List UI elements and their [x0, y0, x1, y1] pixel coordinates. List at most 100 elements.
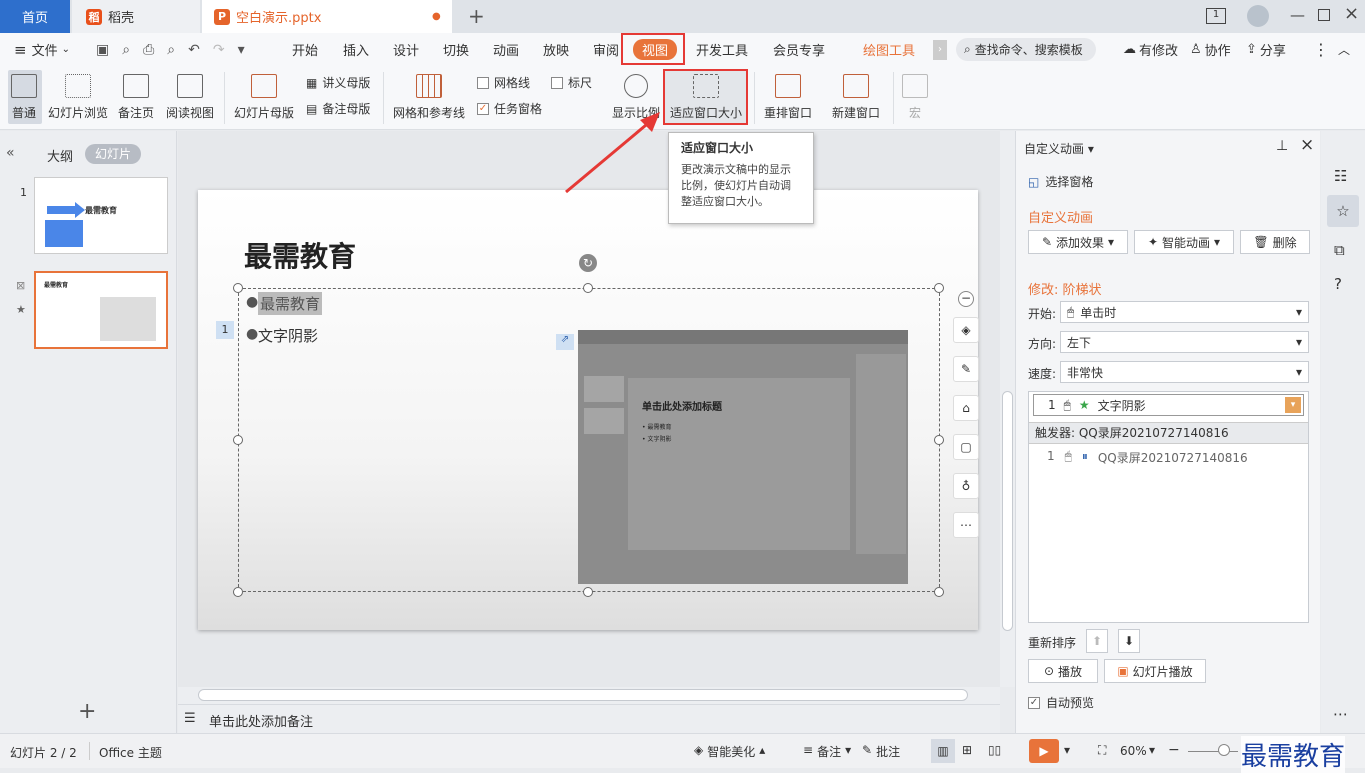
notes-placeholder[interactable]: 单击此处添加备注 — [209, 711, 313, 730]
print-icon[interactable]: ⎙ — [143, 42, 154, 58]
menu-tab-insert[interactable]: 插入 — [343, 33, 369, 66]
normal-view-button[interactable]: 普通 — [11, 70, 37, 121]
has-changes-button[interactable]: ☁ 有修改 — [1123, 33, 1178, 66]
fit-window-button[interactable]: 适应窗口大小 — [670, 70, 742, 121]
command-search-box[interactable]: ⌕ 查找命令、搜索模板 — [956, 38, 1096, 61]
zoom-slider-thumb[interactable] — [1218, 744, 1230, 756]
slide-master-button[interactable]: 幻灯片母版 — [234, 70, 294, 121]
task-pane-checkbox[interactable]: ✓ 任务窗格 — [477, 100, 542, 117]
more-options-icon[interactable]: ⋮ — [1313, 33, 1329, 66]
notes-toggle-button[interactable]: ≡ 备注 ▾ — [803, 743, 851, 760]
menu-tab-design[interactable]: 设计 — [393, 33, 419, 66]
macro-button[interactable]: 宏 — [902, 70, 928, 121]
restore-icon[interactable] — [1318, 9, 1330, 21]
add-effect-button[interactable]: ✎ 添加效果 ▾ — [1028, 230, 1128, 254]
zoom-out-icon[interactable]: − — [1168, 742, 1180, 758]
start-slideshow-button[interactable]: ▶ — [1029, 739, 1059, 763]
pen-icon[interactable]: ✎ — [953, 356, 979, 382]
comments-button[interactable]: ✎ 批注 — [862, 743, 900, 760]
slide-title[interactable]: 最需教育 — [244, 235, 356, 275]
pane-header-dropdown[interactable]: 自定义动画 ▾ — [1024, 140, 1094, 157]
pin-icon[interactable]: ⊥ — [1276, 138, 1288, 154]
close-pane-icon[interactable]: × — [1300, 135, 1314, 155]
print-preview-icon[interactable]: ⌕ — [167, 42, 175, 58]
new-tab-plus-icon[interactable]: + — [468, 4, 485, 28]
handout-master-button[interactable]: ▦ 讲义母版 — [306, 74, 370, 91]
horizontal-scroll-thumb[interactable] — [198, 689, 968, 701]
resize-handle[interactable] — [233, 435, 243, 445]
format-painter-icon[interactable]: ⌕ — [122, 42, 130, 58]
share-button[interactable]: ⇪ 分享 — [1246, 33, 1286, 66]
close-window-icon[interactable]: × — [1344, 3, 1359, 24]
menu-tab-transition[interactable]: 切换 — [443, 33, 469, 66]
play-button[interactable]: ⊙ 播放 — [1028, 659, 1098, 683]
smart-beautify-button[interactable]: ◈ 智能美化 ▴ — [694, 743, 765, 760]
minimize-icon[interactable]: — — [1290, 6, 1305, 24]
layers-icon[interactable]: ◈ — [953, 317, 979, 343]
menu-tab-review[interactable]: 审阅 — [593, 33, 619, 66]
resize-handle[interactable] — [233, 587, 243, 597]
animation-order-tag[interactable]: 1 — [216, 321, 234, 339]
new-window-button[interactable]: 新建窗口 — [832, 70, 880, 121]
smart-animation-button[interactable]: ✦ 智能动画 ▾ — [1134, 230, 1234, 254]
menu-tab-slideshow[interactable]: 放映 — [543, 33, 569, 66]
move-down-button[interactable]: ⬇ — [1118, 629, 1140, 653]
redo-icon[interactable]: ↷ — [213, 42, 225, 58]
bullet-1-text[interactable]: 最需教育 — [258, 292, 323, 315]
save-icon[interactable]: ▣ — [96, 42, 109, 58]
status-normal-view-icon[interactable]: ▥ — [931, 739, 955, 763]
chevron-down-icon[interactable]: ▾ — [1149, 743, 1155, 757]
direction-select[interactable]: 左下 ▾ — [1060, 331, 1309, 353]
slide-thumbnail-2[interactable]: 最需教育 — [34, 271, 168, 349]
more-tools-icon[interactable]: ⋯ — [953, 512, 979, 538]
collapse-tools-icon[interactable]: − — [958, 291, 974, 307]
collapse-ribbon-icon[interactable]: ︿ — [1338, 33, 1350, 66]
ruler-checkbox[interactable]: 标尺 — [551, 74, 592, 91]
horizontal-scrollbar[interactable] — [178, 687, 1000, 704]
fill-icon[interactable]: ⌂ — [953, 395, 979, 421]
lightbulb-icon[interactable]: ♁ — [953, 473, 979, 499]
tab-document[interactable]: P 空白演示.pptx ● — [202, 0, 452, 33]
customize-toolbar-icon[interactable]: ▾ — [238, 42, 245, 58]
grid-guides-button[interactable]: 网格和参考线 — [393, 70, 465, 121]
status-reading-view-icon[interactable]: ▯▯ — [988, 743, 1001, 757]
animation-pane-icon[interactable]: ☆ — [1327, 195, 1359, 227]
menu-tab-start[interactable]: 开始 — [292, 33, 318, 66]
menu-tab-view[interactable]: 视图 — [633, 39, 678, 60]
slides-tab[interactable]: 幻灯片 — [85, 144, 141, 164]
resize-handle[interactable] — [583, 587, 593, 597]
slide-switch-icon[interactable]: ⧉ — [1334, 241, 1345, 259]
tab-daoke[interactable]: 稻 稻壳 — [72, 0, 200, 33]
slide[interactable]: 最需教育 1 ● 最需教育 ● 文字阴影 ⇗ 单击此处添加标题 • 最需教育 •… — [198, 190, 978, 630]
slide-thumbnail-1[interactable]: 最需教育 — [34, 177, 168, 254]
menu-tab-animation[interactable]: 动画 — [493, 33, 519, 66]
speed-select[interactable]: 非常快 ▾ — [1060, 361, 1309, 383]
trigger-row[interactable]: 触发器: QQ录屏20210727140816 — [1029, 422, 1308, 444]
more-tabs-chevron-icon[interactable]: › — [933, 40, 947, 60]
resize-handle[interactable] — [934, 283, 944, 293]
start-select[interactable]: 🖱 单击时 ▾ — [1060, 301, 1309, 323]
undo-icon[interactable]: ↶ — [188, 42, 200, 58]
arrange-windows-button[interactable]: 重排窗口 — [764, 70, 812, 121]
outline-tab[interactable]: 大纲 — [47, 146, 73, 165]
bullet-2-text[interactable]: 文字阴影 — [258, 325, 318, 346]
vertical-scroll-thumb[interactable] — [1002, 391, 1013, 631]
notes-page-button[interactable]: 备注页 — [118, 70, 154, 121]
resize-handle[interactable] — [233, 283, 243, 293]
fit-page-icon[interactable]: ⛶ — [1098, 743, 1106, 758]
menu-tab-drawing-tools[interactable]: 绘图工具 — [863, 33, 915, 66]
more-side-icon[interactable]: ⋯ — [1333, 705, 1348, 723]
collapse-panel-icon[interactable]: « — [6, 145, 15, 161]
menu-tab-member[interactable]: 会员专享 — [773, 33, 825, 66]
reading-view-button[interactable]: 阅读视图 — [166, 70, 214, 121]
window-count-icon[interactable]: 1 — [1206, 8, 1226, 24]
slideshow-button[interactable]: ▣ 幻灯片播放 — [1104, 659, 1206, 683]
auto-preview-checkbox[interactable]: ✓ 自动预览 — [1028, 694, 1094, 711]
file-menu[interactable]: ≡ 文件 ⌄ — [14, 33, 70, 66]
animation-item-1[interactable]: 1 🖱 ★ 文字阴影 ▾ — [1033, 394, 1304, 416]
border-icon[interactable]: ▢ — [953, 434, 979, 460]
resize-handle[interactable] — [934, 435, 944, 445]
vertical-scrollbar[interactable] — [1000, 131, 1015, 687]
delete-button[interactable]: 🗑 删除 — [1240, 230, 1310, 254]
resize-handle[interactable] — [934, 587, 944, 597]
